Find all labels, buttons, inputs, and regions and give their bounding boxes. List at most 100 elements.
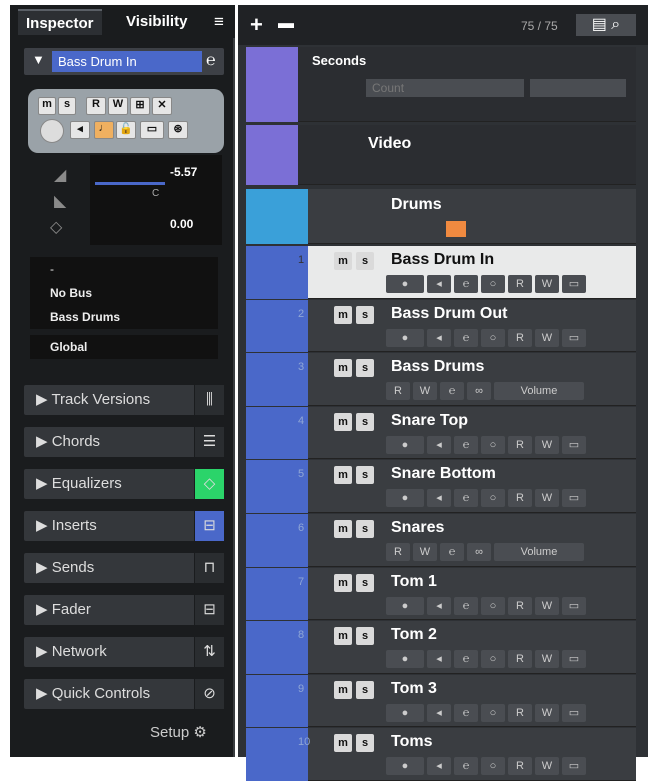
solo-button[interactable]: s xyxy=(356,466,374,485)
track-name[interactable]: Tom 1 xyxy=(391,573,437,591)
channel-icon[interactable]: ○ xyxy=(481,757,505,776)
record-button[interactable]: ● xyxy=(386,489,424,508)
table-row[interactable]: 1 m s Bass Drum In ● ◂ ℮ ○ R W ▭ xyxy=(246,246,636,299)
channel-icon[interactable]: ○ xyxy=(481,703,505,722)
tab-inspector[interactable]: Inspector xyxy=(18,9,102,35)
track-name[interactable]: Snare Top xyxy=(391,412,468,430)
track-name[interactable]: Bass Drums xyxy=(391,358,484,376)
read-automation-button[interactable]: R xyxy=(86,97,106,115)
record-button[interactable]: ● xyxy=(386,703,424,722)
ruler-label[interactable]: Seconds xyxy=(312,53,366,68)
channel-icon[interactable]: ○ xyxy=(481,275,505,293)
pan-value[interactable]: C xyxy=(152,188,159,199)
solo-button[interactable]: s xyxy=(356,305,374,324)
edit-icon[interactable]: ℮ xyxy=(454,489,478,508)
edit-icon[interactable]: ℮ xyxy=(454,703,478,722)
table-row[interactable]: 3 m s Bass Drums R W ℮ ∞ Volume xyxy=(246,353,636,406)
section-fader[interactable]: ▶ Fader ⊟ xyxy=(24,595,224,625)
video-label[interactable]: Video xyxy=(368,135,411,153)
record-button[interactable]: ● xyxy=(386,435,424,454)
track-name[interactable]: Snare Bottom xyxy=(391,465,496,483)
read-button[interactable]: R xyxy=(508,435,532,454)
tab-visibility[interactable]: Visibility xyxy=(126,9,187,35)
solo-button[interactable]: s xyxy=(58,97,76,115)
lanes-icon[interactable]: ▭ xyxy=(562,435,586,454)
solo-button[interactable]: s xyxy=(356,680,374,699)
section-inserts[interactable]: ▶ Inserts ⊟ xyxy=(24,511,224,541)
lanes-icon[interactable]: ▭ xyxy=(562,489,586,508)
record-button[interactable]: ● xyxy=(386,650,424,669)
record-enable-button[interactable] xyxy=(40,119,64,143)
volume-bar[interactable] xyxy=(95,182,165,185)
list-search-icon[interactable]: ▤ ⌕ xyxy=(576,14,636,36)
channel-icon[interactable]: ○ xyxy=(481,435,505,454)
lanes-icon[interactable]: ▭ xyxy=(562,596,586,615)
volume-param[interactable]: Volume xyxy=(494,382,584,401)
lanes-icon[interactable]: ▭ xyxy=(562,757,586,776)
monitor-button[interactable]: ◂ xyxy=(427,650,451,669)
read-button[interactable]: R xyxy=(508,489,532,508)
read-button[interactable]: R xyxy=(508,596,532,615)
freeze-icon[interactable]: ⊞ xyxy=(130,97,150,115)
edit-icon[interactable]: ℮ xyxy=(454,757,478,776)
monitor-button[interactable]: ◂ xyxy=(427,435,451,454)
bypass-icon[interactable]: ✕ xyxy=(152,97,172,115)
setup-button[interactable]: Setup ⚙ xyxy=(150,723,207,741)
section-chords[interactable]: ▶ Chords ☰ xyxy=(24,427,224,457)
menu-icon[interactable]: ≡ xyxy=(214,9,224,35)
edit-icon[interactable]: ℮ xyxy=(440,382,464,401)
track-name[interactable]: Toms xyxy=(391,733,432,751)
write-automation-button[interactable]: W xyxy=(108,97,128,115)
read-button[interactable]: R xyxy=(508,275,532,293)
track-name-header[interactable]: ▼ Bass Drum In ℮ xyxy=(24,48,224,75)
table-row[interactable]: 4 m s Snare Top ● ◂ ℮ ○ R W ▭ xyxy=(246,406,636,460)
table-row[interactable]: 8 m s Tom 2 ● ◂ ℮ ○ R W ▭ xyxy=(246,621,636,674)
write-button[interactable]: W xyxy=(535,650,559,669)
write-button[interactable]: W xyxy=(535,703,559,722)
add-track-icon[interactable]: + xyxy=(250,12,263,38)
table-row[interactable]: 7 m s Tom 1 ● ◂ ℮ ○ R W ▭ xyxy=(246,567,636,621)
edit-instrument-icon[interactable]: ℮ xyxy=(206,52,216,70)
collapse-triangle-icon[interactable]: ▼ xyxy=(32,52,45,67)
mute-button[interactable]: m xyxy=(334,359,352,378)
solo-button[interactable]: s xyxy=(356,627,374,646)
monitor-button[interactable]: ◂ xyxy=(427,275,451,293)
table-row[interactable]: 6 m s Snares R W ℮ ∞ Volume xyxy=(246,514,636,567)
record-button[interactable]: ● xyxy=(386,596,424,615)
mute-button[interactable]: m xyxy=(334,680,352,699)
solo-button[interactable]: s xyxy=(356,734,374,753)
mute-button[interactable]: m xyxy=(334,520,352,538)
monitor-button[interactable]: ◂ xyxy=(70,121,90,139)
volume-param[interactable]: Volume xyxy=(494,543,584,561)
read-button[interactable]: R xyxy=(508,650,532,669)
edit-icon[interactable]: ℮ xyxy=(454,328,478,347)
group-routing[interactable]: Bass Drums xyxy=(30,305,218,329)
edit-icon[interactable]: ℮ xyxy=(454,596,478,615)
section-sends[interactable]: ▶ Sends ⊓ xyxy=(24,553,224,583)
edit-icon[interactable]: ℮ xyxy=(454,435,478,454)
channel-icon[interactable]: ○ xyxy=(481,489,505,508)
track-name[interactable]: Snares xyxy=(391,519,444,537)
write-button[interactable]: W xyxy=(535,328,559,347)
lanes-icon[interactable]: ▭ xyxy=(562,328,586,347)
global-icon[interactable]: ⊛ xyxy=(168,121,188,139)
track-name-field[interactable]: Bass Drum In xyxy=(52,51,202,72)
mute-button[interactable]: m xyxy=(334,252,352,270)
edit-icon[interactable]: ℮ xyxy=(454,650,478,669)
monitor-button[interactable]: ◂ xyxy=(427,489,451,508)
write-button[interactable]: W xyxy=(413,543,437,561)
count-dropdown[interactable] xyxy=(530,79,626,97)
edit-icon[interactable]: ℮ xyxy=(454,275,478,293)
section-track-versions[interactable]: ▶ Track Versions ⫼ xyxy=(24,385,224,415)
record-button[interactable]: ● xyxy=(386,328,424,347)
table-row[interactable]: 9 m s Tom 3 ● ◂ ℮ ○ R W ▭ xyxy=(246,674,636,728)
automation-mode[interactable]: Global xyxy=(30,335,218,359)
channel-icon[interactable]: ○ xyxy=(481,328,505,347)
write-button[interactable]: W xyxy=(413,382,437,401)
channel-icon[interactable]: ○ xyxy=(481,596,505,615)
write-button[interactable]: W xyxy=(535,275,559,293)
link-icon[interactable]: ∞ xyxy=(467,543,491,561)
mute-button[interactable]: m xyxy=(38,97,56,115)
section-equalizers[interactable]: ▶ Equalizers ◇ xyxy=(24,469,224,499)
mute-button[interactable]: m xyxy=(334,573,352,592)
